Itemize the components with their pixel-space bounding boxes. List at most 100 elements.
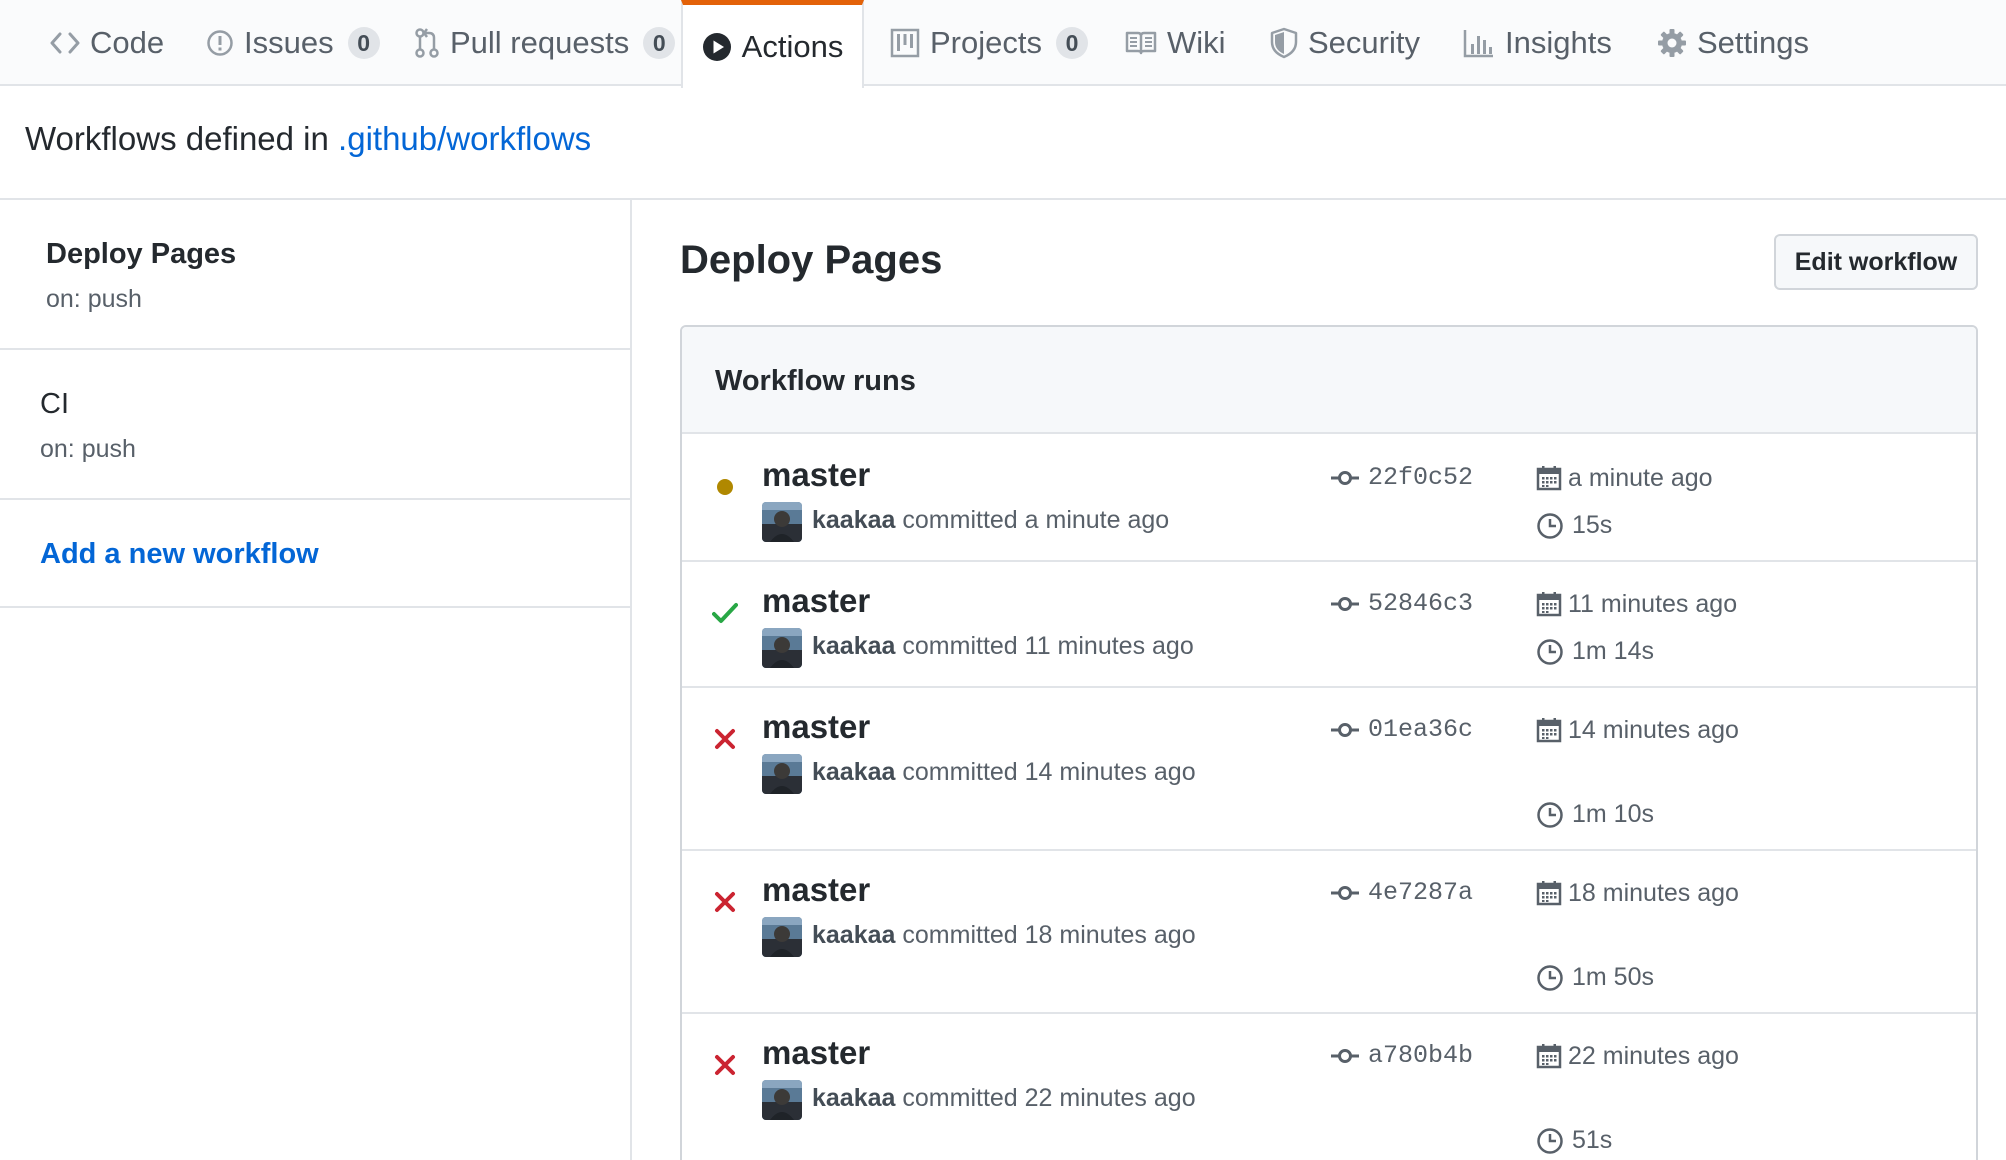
tab-label: Issues: [244, 25, 334, 60]
run-started: 18 minutes ago: [1536, 875, 1756, 912]
calendar-icon: [1536, 466, 1562, 491]
commit-author[interactable]: kaakaa: [812, 506, 895, 534]
commit-author[interactable]: kaakaa: [812, 632, 895, 660]
calendar-icon: [1536, 1044, 1562, 1069]
tab-code[interactable]: Code: [30, 0, 184, 86]
tab-label: Security: [1308, 25, 1420, 60]
workflows-folder-link[interactable]: .github/workflows: [338, 120, 591, 157]
calendar-icon: [1536, 592, 1562, 617]
commit-sha-link[interactable]: 01ea36c: [1330, 715, 1473, 744]
clock-icon: [1537, 638, 1563, 665]
workflows-heading: Workflows defined in .github/workflows: [25, 120, 591, 158]
commit-time: committed 22 minutes ago: [902, 1084, 1196, 1112]
tab-label: Wiki: [1167, 25, 1226, 60]
git-commit-icon: [1331, 722, 1359, 737]
commit-time: committed 18 minutes ago: [902, 921, 1196, 949]
clock-icon: [1537, 512, 1563, 539]
run-duration: 1m 14s: [1536, 637, 1654, 666]
edit-workflow-button[interactable]: Edit workflow: [1774, 234, 1978, 290]
commit-time: committed 11 minutes ago: [902, 632, 1194, 660]
commit-author[interactable]: kaakaa: [812, 758, 895, 786]
workflow-trigger: on: push: [40, 435, 136, 463]
commit-author[interactable]: kaakaa: [812, 1084, 895, 1112]
tab-label: Pull requests: [450, 25, 630, 60]
commit-info: kaakaa committed 14 minutes ago: [812, 758, 1196, 787]
workflow-runs-header: Workflow runs: [682, 327, 1976, 434]
in-progress-status-icon: [712, 474, 738, 500]
clock-icon: [1537, 801, 1563, 828]
workflow-sidebar: Deploy Pages on: push CI on: push Add a …: [0, 200, 632, 1160]
commit-author[interactable]: kaakaa: [812, 921, 895, 949]
run-duration-value: 1m 10s: [1572, 800, 1654, 828]
run-branch[interactable]: master: [762, 1034, 870, 1072]
failure-x-icon: [712, 726, 738, 752]
repo-tab-bar: Code Issues 0 Pull requests 0 Actions Pr…: [0, 0, 2006, 88]
avatar: [762, 502, 802, 542]
run-branch[interactable]: master: [762, 582, 870, 620]
avatar: [762, 754, 802, 794]
tab-actions[interactable]: Actions: [681, 0, 864, 88]
commit-time: committed 14 minutes ago: [902, 758, 1196, 786]
run-branch[interactable]: master: [762, 871, 870, 909]
workflow-run-row[interactable]: master kaakaa committed a minute ago 22f…: [682, 436, 1976, 562]
run-started: 11 minutes ago: [1536, 586, 1756, 623]
workflow-run-row[interactable]: master kaakaa committed 22 minutes ago a…: [682, 1014, 1976, 1160]
commit-sha-link[interactable]: 4e7287a: [1330, 878, 1473, 907]
pull-requests-count-badge: 0: [643, 27, 676, 59]
run-duration-value: 1m 14s: [1572, 637, 1654, 665]
run-duration: 1m 50s: [1536, 963, 1654, 992]
commit-info: kaakaa committed a minute ago: [812, 506, 1169, 535]
workflow-run-row[interactable]: master kaakaa committed 14 minutes ago 0…: [682, 688, 1976, 851]
commit-sha: 4e7287a: [1368, 878, 1474, 907]
graph-icon: [1463, 30, 1493, 58]
tab-settings[interactable]: Settings: [1637, 0, 1829, 86]
run-duration-value: 51s: [1572, 1126, 1613, 1154]
workflow-run-row[interactable]: master kaakaa committed 18 minutes ago 4…: [682, 851, 1976, 1014]
tab-wiki[interactable]: Wiki: [1105, 0, 1246, 86]
add-workflow-link[interactable]: Add a new workflow: [40, 538, 319, 571]
tab-projects[interactable]: Projects 0: [870, 0, 1108, 86]
tab-label: Projects: [930, 25, 1042, 60]
workflow-runs-panel: Workflow runs master kaakaa committed a …: [680, 325, 1978, 1160]
sidebar-item-deploy-pages[interactable]: Deploy Pages on: push: [0, 200, 630, 350]
commit-info: kaakaa committed 11 minutes ago: [812, 632, 1194, 661]
run-started: a minute ago: [1536, 460, 1756, 497]
commit-sha-link[interactable]: 52846c3: [1330, 589, 1473, 618]
sidebar-item-ci[interactable]: CI on: push: [0, 350, 630, 500]
commit-time: committed a minute ago: [902, 506, 1170, 534]
commit-sha-link[interactable]: a780b4b: [1330, 1041, 1473, 1070]
workflow-name: Deploy Pages: [46, 238, 237, 270]
git-commit-icon: [1331, 596, 1359, 611]
commit-sha-link[interactable]: 22f0c52: [1330, 463, 1473, 492]
book-icon: [1125, 31, 1157, 55]
avatar: [762, 917, 802, 957]
tab-label: Settings: [1697, 25, 1810, 60]
tab-label: Actions: [741, 28, 844, 64]
commit-sha: 22f0c52: [1368, 463, 1474, 492]
tab-insights[interactable]: Insights: [1443, 0, 1632, 86]
project-icon: [890, 28, 920, 58]
run-duration: 51s: [1536, 1126, 1612, 1155]
tab-security[interactable]: Security: [1250, 0, 1440, 86]
run-started-time: 22 minutes ago: [1568, 1042, 1739, 1070]
calendar-icon: [1536, 718, 1562, 743]
run-duration: 15s: [1536, 511, 1612, 540]
commit-info: kaakaa committed 18 minutes ago: [812, 921, 1196, 950]
play-icon: [702, 32, 731, 61]
tab-issues[interactable]: Issues 0: [186, 0, 400, 86]
run-started-time: 18 minutes ago: [1568, 879, 1739, 907]
commit-sha: a780b4b: [1368, 1041, 1474, 1070]
run-started-time: a minute ago: [1568, 464, 1713, 492]
git-commit-icon: [1331, 470, 1359, 485]
git-commit-icon: [1331, 1048, 1359, 1063]
workflow-run-row[interactable]: master kaakaa committed 11 minutes ago 5…: [682, 562, 1976, 688]
run-started: 14 minutes ago: [1536, 712, 1756, 749]
run-branch[interactable]: master: [762, 708, 870, 746]
workflows-heading-text: Workflows defined in: [25, 120, 329, 157]
failure-x-icon: [712, 889, 738, 915]
tab-pull-requests[interactable]: Pull requests 0: [394, 0, 695, 86]
run-branch[interactable]: master: [762, 456, 870, 494]
code-icon: [50, 32, 80, 54]
run-started: 22 minutes ago: [1536, 1038, 1756, 1075]
clock-icon: [1537, 964, 1563, 991]
